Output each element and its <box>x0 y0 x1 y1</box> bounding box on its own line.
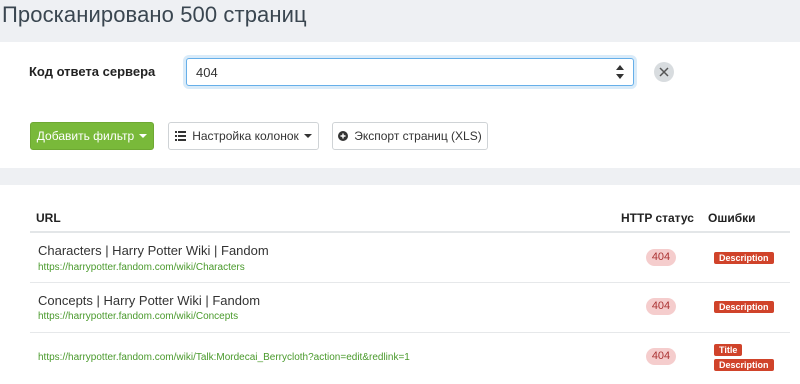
circle-plus-icon <box>338 131 349 141</box>
updown-arrows-icon <box>616 65 624 79</box>
export-pages-button[interactable]: Экспорт страниц (XLS) <box>332 122 488 150</box>
row-1-error-badge: Description <box>714 252 774 264</box>
row-3-error-badge-title: Title <box>714 344 743 356</box>
caret-down-icon <box>303 134 312 138</box>
caret-down-icon <box>139 134 148 138</box>
page-title: Просканировано 500 страниц <box>2 2 307 27</box>
row-2-error-badge: Description <box>714 301 774 313</box>
row-divider <box>30 332 790 333</box>
add-filter-label: Добавить фильтр <box>36 129 135 143</box>
add-filter-button[interactable]: Добавить фильтр <box>30 122 154 150</box>
column-header-errors[interactable]: Ошибки <box>708 211 756 225</box>
row-2-status-badge: 404 <box>646 298 676 315</box>
column-header-url[interactable]: URL <box>36 211 61 225</box>
row-2-title: Concepts | Harry Potter Wiki | Fandom <box>38 293 261 308</box>
row-divider <box>30 282 790 283</box>
clear-filter-button[interactable] <box>654 62 674 82</box>
column-settings-label: Настройка колонок <box>192 129 299 143</box>
table-header-divider <box>30 231 790 233</box>
column-settings-button[interactable]: Настройка колонок <box>168 122 319 150</box>
row-1-status-badge: 404 <box>646 249 676 266</box>
export-pages-label: Экспорт страниц (XLS) <box>354 129 482 143</box>
server-code-select[interactable]: 404 <box>186 58 634 86</box>
server-code-value: 404 <box>196 65 218 80</box>
row-2-url[interactable]: https://harrypotter.fandom.com/wiki/Conc… <box>38 311 238 322</box>
row-1-title: Characters | Harry Potter Wiki | Fandom <box>38 243 269 258</box>
row-3-url[interactable]: https://harrypotter.fandom.com/wiki/Talk… <box>38 352 410 363</box>
column-header-status[interactable]: HTTP статус <box>621 211 694 225</box>
filter-label: Код ответа сервера <box>29 64 156 79</box>
row-3-error-badge-description: Description <box>714 359 774 371</box>
list-icon <box>175 131 187 141</box>
close-icon <box>659 67 669 77</box>
row-1-url[interactable]: https://harrypotter.fandom.com/wiki/Char… <box>38 262 245 273</box>
row-3-status-badge: 404 <box>646 348 676 365</box>
